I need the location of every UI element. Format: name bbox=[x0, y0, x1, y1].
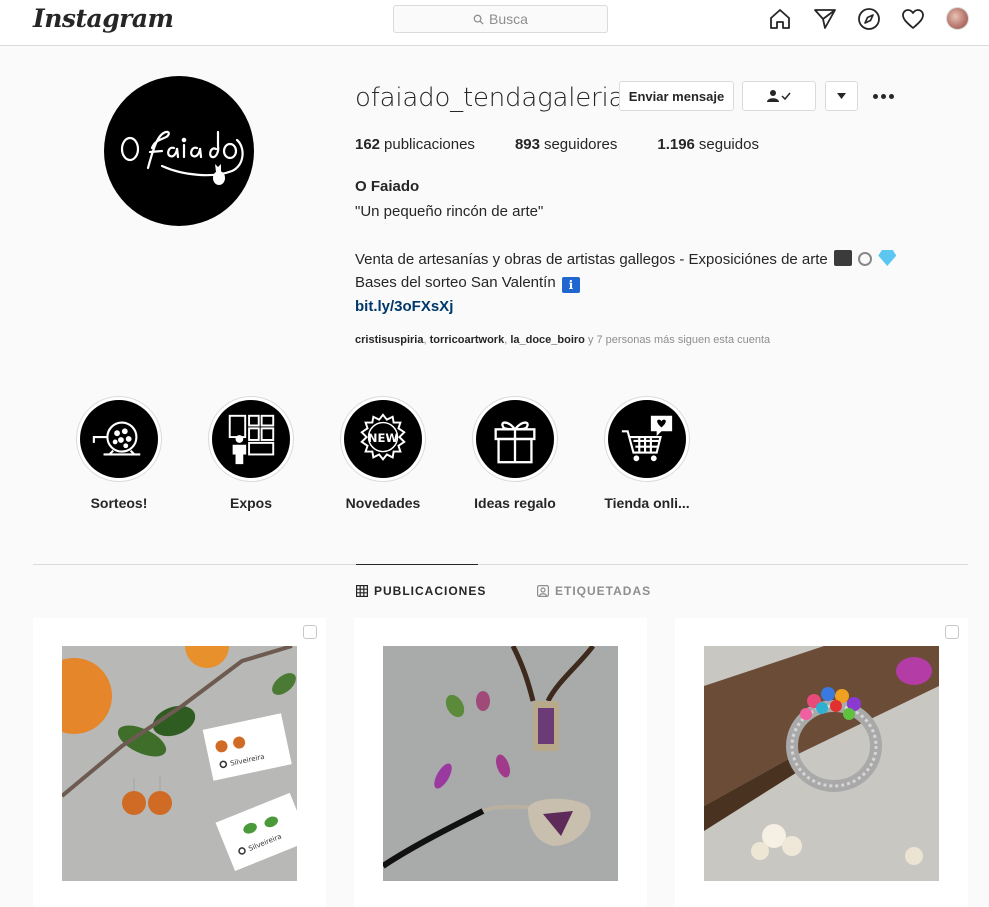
post-card-ring[interactable] bbox=[675, 618, 968, 907]
raffle-drum-icon bbox=[92, 421, 141, 456]
post-image-earrings[interactable]: Silveireira Silveireira bbox=[62, 646, 297, 881]
post-image-pendants[interactable] bbox=[383, 646, 618, 881]
highlight-ideas-regalo[interactable]: Ideas regalo bbox=[470, 396, 560, 511]
user-check-icon bbox=[767, 90, 791, 102]
home-icon[interactable] bbox=[768, 7, 792, 31]
highlight-novedades[interactable]: NEW Novedades bbox=[338, 396, 428, 511]
o-faiado-logo bbox=[120, 130, 244, 185]
post-card-earrings[interactable]: Silveireira Silveireira bbox=[33, 618, 326, 907]
shopping-cart-icon bbox=[621, 415, 673, 462]
profile-picture[interactable] bbox=[104, 76, 254, 226]
grid-icon bbox=[356, 585, 368, 597]
tagged-icon bbox=[537, 585, 549, 597]
tab-publicaciones[interactable]: PUBLICACIONES bbox=[356, 584, 486, 598]
bio-line-raffle: Bases del sorteo San Valentín ℹ bbox=[355, 274, 580, 293]
svg-text:NEW: NEW bbox=[368, 431, 399, 445]
tab-etiquetadas[interactable]: ETIQUETADAS bbox=[537, 584, 651, 598]
followers-count[interactable]: 893 seguidores bbox=[515, 136, 617, 153]
following-button[interactable] bbox=[742, 81, 816, 111]
suggested-accounts-dropdown[interactable] bbox=[825, 81, 858, 111]
bio-link[interactable]: bit.ly/3oFXsXj bbox=[355, 298, 453, 315]
ring-emoji-icon bbox=[858, 252, 873, 266]
profile-avatar[interactable] bbox=[946, 7, 969, 30]
gallery-visitor-icon bbox=[228, 414, 275, 465]
posts-count: 162 publicaciones bbox=[355, 136, 475, 153]
profile-username: ofaiado_tendagaleria bbox=[355, 83, 625, 113]
select-checkbox[interactable] bbox=[945, 625, 959, 639]
active-tab-indicator bbox=[356, 564, 478, 565]
highlight-tienda-online[interactable]: Tienda onli... bbox=[602, 396, 692, 511]
gem-emoji-icon bbox=[878, 250, 897, 266]
tabs-divider bbox=[33, 564, 968, 565]
send-message-button[interactable]: Enviar mensaje bbox=[619, 81, 734, 111]
post-card-pendants[interactable] bbox=[354, 618, 647, 907]
followed-by-text[interactable]: cristisuspiria, torricoartwork, la_doce_… bbox=[355, 334, 770, 346]
direct-icon[interactable] bbox=[813, 7, 837, 31]
bio-quote: "Un pequeño rincón de arte" bbox=[355, 203, 544, 220]
bio-line-sales: Venta de artesanías y obras de artistas … bbox=[355, 250, 897, 268]
caret-down-icon bbox=[837, 93, 846, 99]
highlight-expos[interactable]: Expos bbox=[206, 396, 296, 511]
instagram-logo[interactable]: Instagram bbox=[33, 4, 174, 33]
following-count[interactable]: 1.196 seguidos bbox=[657, 136, 759, 153]
new-badge-icon: NEW bbox=[360, 413, 406, 461]
search-input[interactable]: Busca bbox=[393, 5, 608, 33]
activity-heart-icon[interactable] bbox=[901, 7, 925, 31]
profile-stats: 162 publicaciones 893 seguidores 1.196 segu… bbox=[355, 136, 759, 153]
top-navigation-bar: Instagram Busca bbox=[0, 0, 989, 46]
info-emoji-icon: ℹ bbox=[561, 277, 580, 293]
select-checkbox[interactable] bbox=[303, 625, 317, 639]
search-placeholder: Busca bbox=[489, 11, 528, 27]
post-image-ring[interactable] bbox=[704, 646, 939, 881]
search-icon bbox=[473, 14, 484, 25]
camera-emoji-icon bbox=[833, 250, 852, 266]
profile-full-name: O Faiado bbox=[355, 178, 420, 195]
more-options-icon[interactable] bbox=[871, 86, 895, 106]
gift-icon bbox=[494, 421, 536, 464]
highlight-sorteos[interactable]: Sorteos! bbox=[74, 396, 164, 511]
explore-icon[interactable] bbox=[857, 7, 881, 31]
